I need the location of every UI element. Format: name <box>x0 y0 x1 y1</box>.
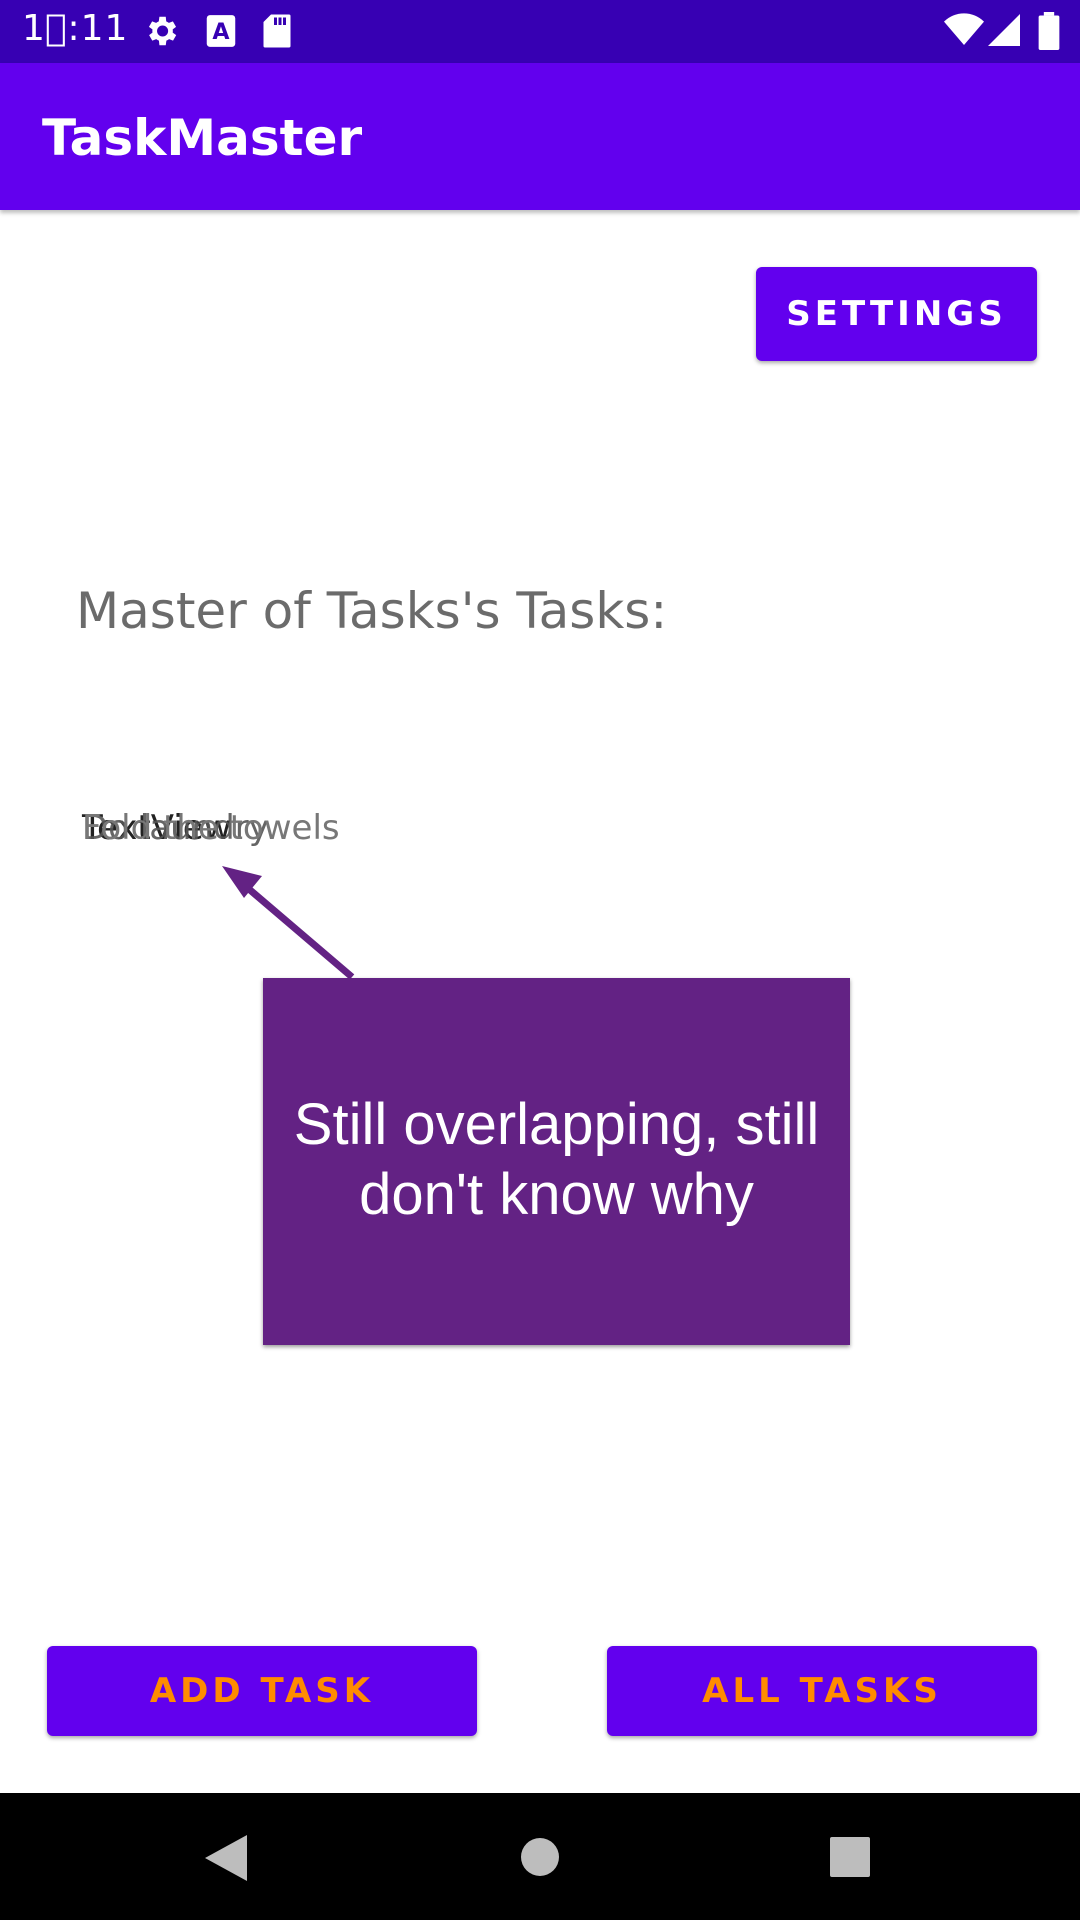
settings-button[interactable]: SETTINGS <box>756 267 1037 361</box>
app-title: TaskMaster <box>42 109 363 167</box>
recents-icon[interactable] <box>830 1837 870 1882</box>
wifi-icon <box>944 12 984 53</box>
home-icon[interactable] <box>520 1837 560 1882</box>
back-icon[interactable] <box>205 1835 247 1886</box>
navigation-bar <box>0 1793 1080 1920</box>
task-fold-towels[interactable]: Fold the towels <box>82 808 340 848</box>
annotation-callout: Still overlapping, still don't know why <box>263 978 850 1345</box>
svg-text:A: A <box>212 19 230 45</box>
text-a-icon: A <box>205 12 237 55</box>
sd-card-icon <box>262 12 292 55</box>
tasks-header: Master of Tasks's Tasks: <box>76 582 668 640</box>
status-bar: 1⃞:11 A <box>0 0 1080 63</box>
signal-icon <box>988 12 1020 53</box>
app-bar: TaskMaster <box>0 63 1080 210</box>
status-time: 1⃞:11 <box>22 8 129 49</box>
battery-icon <box>1038 12 1060 55</box>
settings-gear-icon <box>142 12 180 55</box>
all-tasks-button[interactable]: ALL TASKS <box>607 1646 1037 1736</box>
add-task-button[interactable]: ADD TASK <box>47 1646 477 1736</box>
